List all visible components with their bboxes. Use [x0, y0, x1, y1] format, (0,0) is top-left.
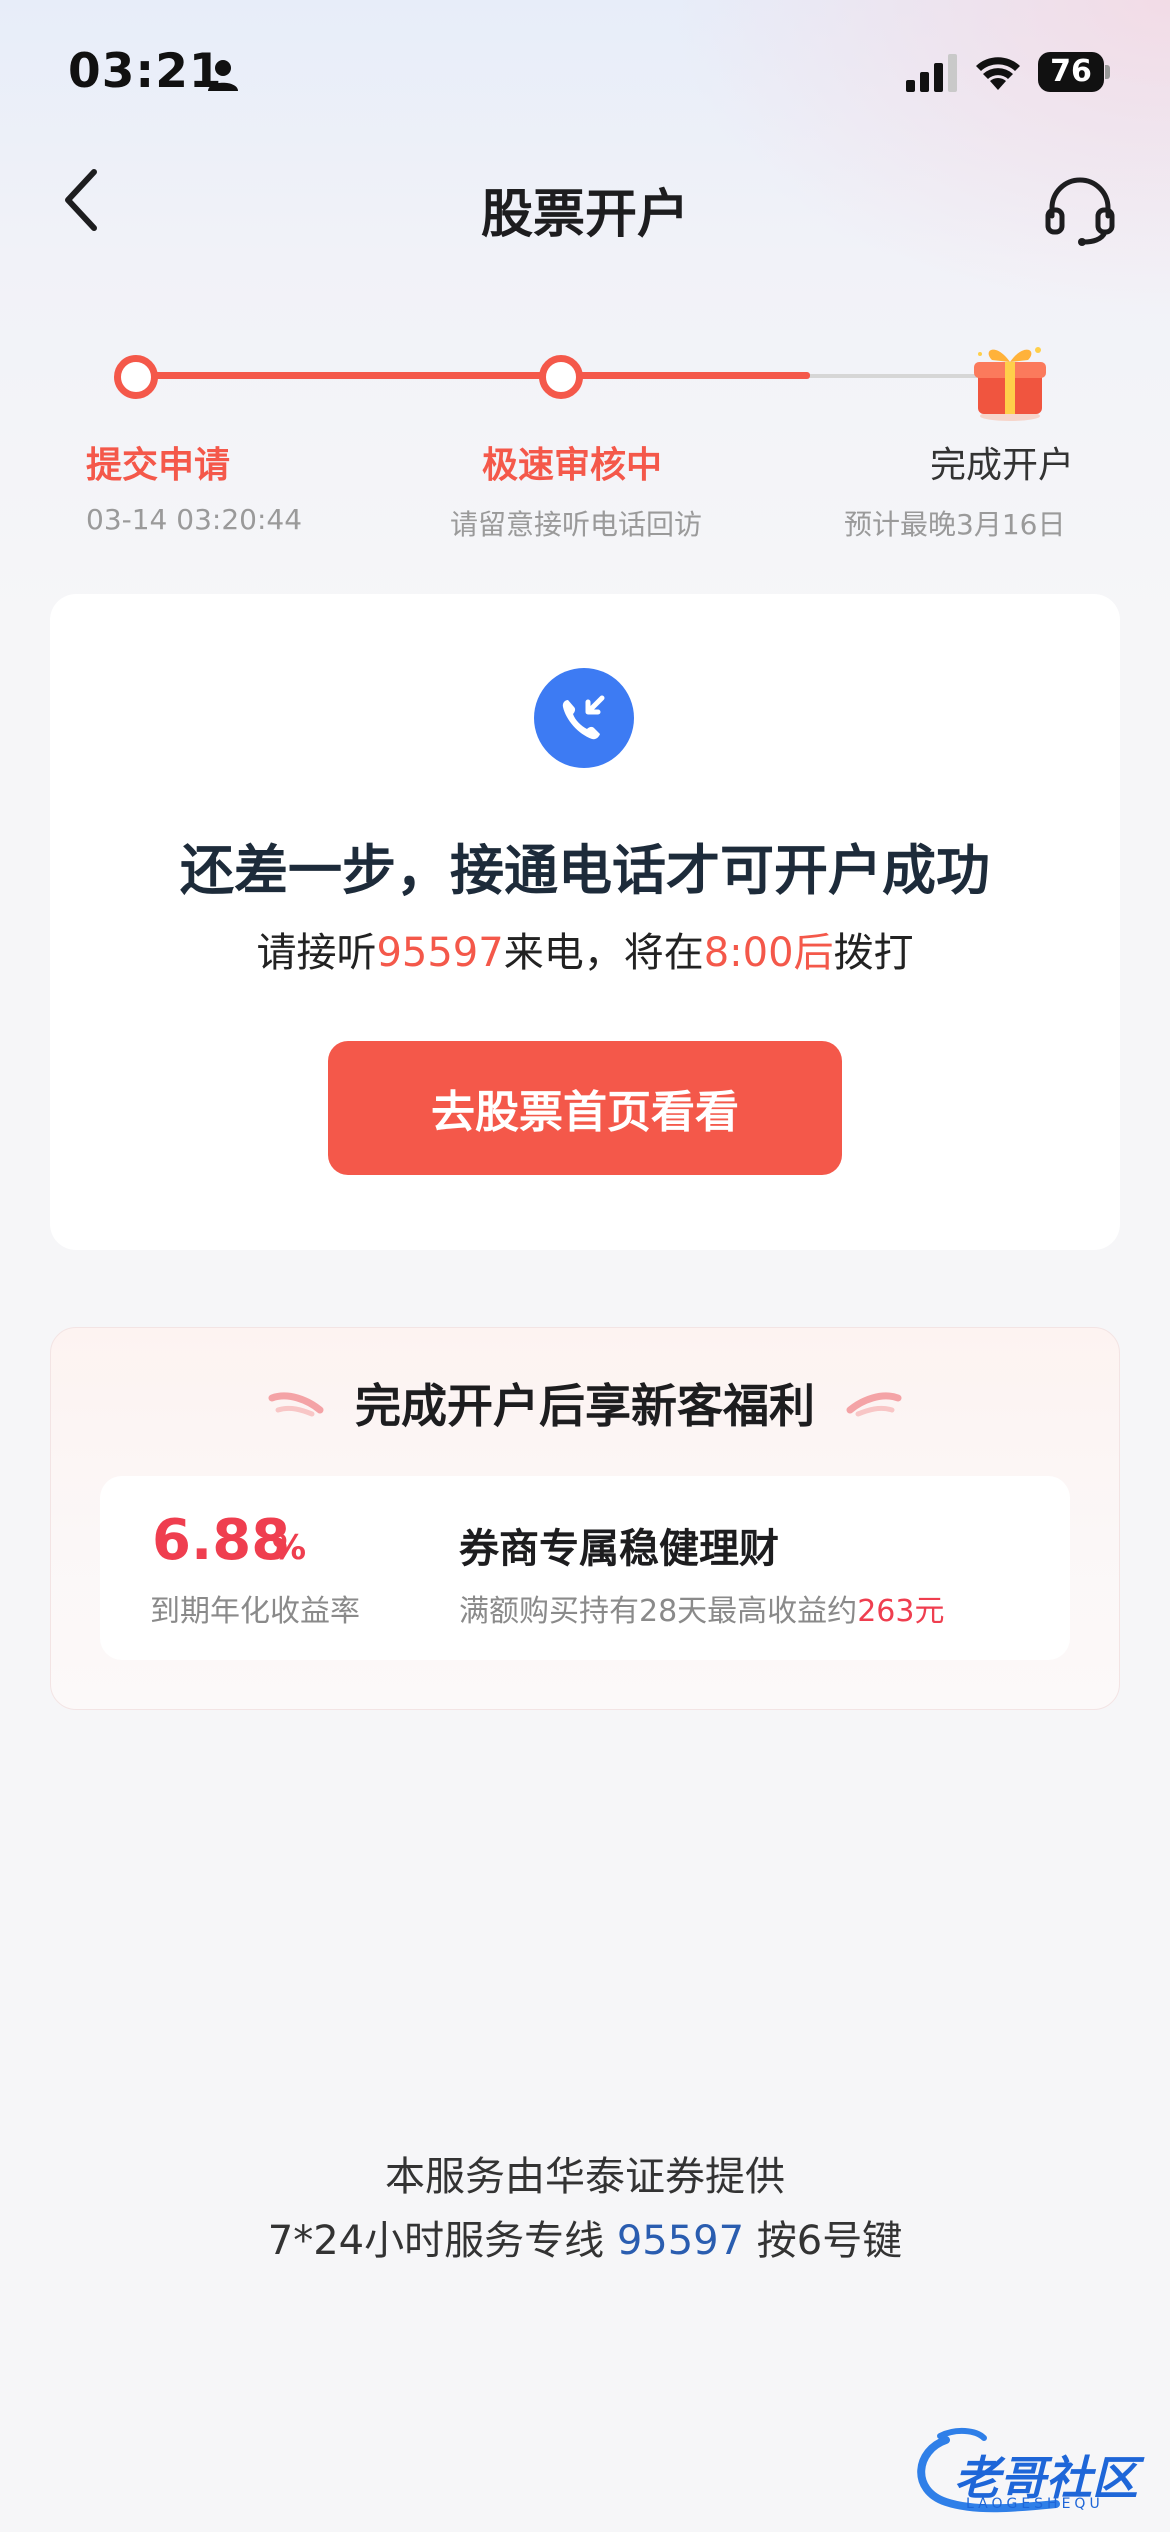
product-desc-amount: 263元	[857, 1594, 945, 1629]
rate-value: 6.88	[152, 1508, 291, 1573]
hotline-suffix: 按6号键	[744, 2218, 903, 2264]
step-dot-reviewing	[539, 355, 583, 399]
hotline-number[interactable]: 95597	[617, 2218, 744, 2264]
customer-service-headset-icon[interactable]	[1042, 172, 1118, 248]
step-label-reviewing: 极速审核中	[482, 445, 663, 486]
gift-icon	[974, 347, 1046, 421]
phone-icon	[562, 695, 605, 740]
call-sub-prefix: 请接听	[256, 930, 377, 976]
watermark-subtext: LAOGESHEQU	[966, 2496, 1104, 2512]
page: 03:21 76 股票开户 提交申请 03-14 03:20:44 极速审核中 …	[0, 0, 1170, 2532]
product-desc-text: 满额购买持有28天最高收益约	[459, 1594, 858, 1629]
call-time: 8:00后	[703, 930, 834, 976]
step-sub-submitted: 03-14 03:20:44	[86, 503, 303, 536]
hotline-prefix: 7*24小时服务专线	[267, 2218, 617, 2264]
watermark-logo: 老哥社区 LAOGESHEQU	[906, 2420, 1156, 2520]
benefit-title: 完成开户后享新客福利	[355, 1379, 815, 1433]
step-dot-submitted	[114, 355, 158, 399]
call-sub-suffix: 拨打	[833, 930, 914, 976]
go-to-stock-home-button[interactable]: 去股票首页看看	[328, 1041, 842, 1175]
product-description: 满额购买持有28天最高收益约263元	[459, 1586, 944, 1630]
battery-level: 76	[1038, 52, 1104, 92]
call-card-title: 还差一步，接通电话才可开户成功	[180, 839, 990, 902]
call-card-subtitle: 请接听95597来电，将在8:00后拨打	[0, 920, 1170, 978]
call-sub-middle: 来电，将在	[503, 930, 704, 976]
battery-cap	[1105, 65, 1110, 79]
wifi-icon	[976, 57, 1020, 90]
incoming-call-icon	[534, 668, 634, 768]
person-icon	[208, 60, 238, 91]
step-label-submitted: 提交申请	[86, 445, 231, 486]
step-sub-reviewing: 请留意接听电话回访	[450, 508, 703, 541]
rate-unit: %	[272, 1528, 307, 1568]
battery-indicator: 76	[1038, 52, 1110, 92]
product-name: 券商专属稳健理财	[459, 1526, 779, 1572]
provider-notice: 本服务由华泰证券提供	[385, 2154, 785, 2200]
page-title: 股票开户	[480, 185, 689, 245]
progress-track-filled	[136, 372, 810, 379]
service-hotline: 7*24小时服务专线 95597 按6号键	[0, 2208, 1170, 2266]
call-phone-number: 95597	[376, 930, 504, 976]
rate-label: 到期年化收益率	[150, 1594, 360, 1629]
status-time: 03:21	[68, 44, 223, 99]
cellular-signal-icon	[906, 54, 957, 92]
step-label-complete: 完成开户	[930, 445, 1075, 486]
step-sub-complete: 预计最晚3月16日	[844, 508, 1066, 541]
